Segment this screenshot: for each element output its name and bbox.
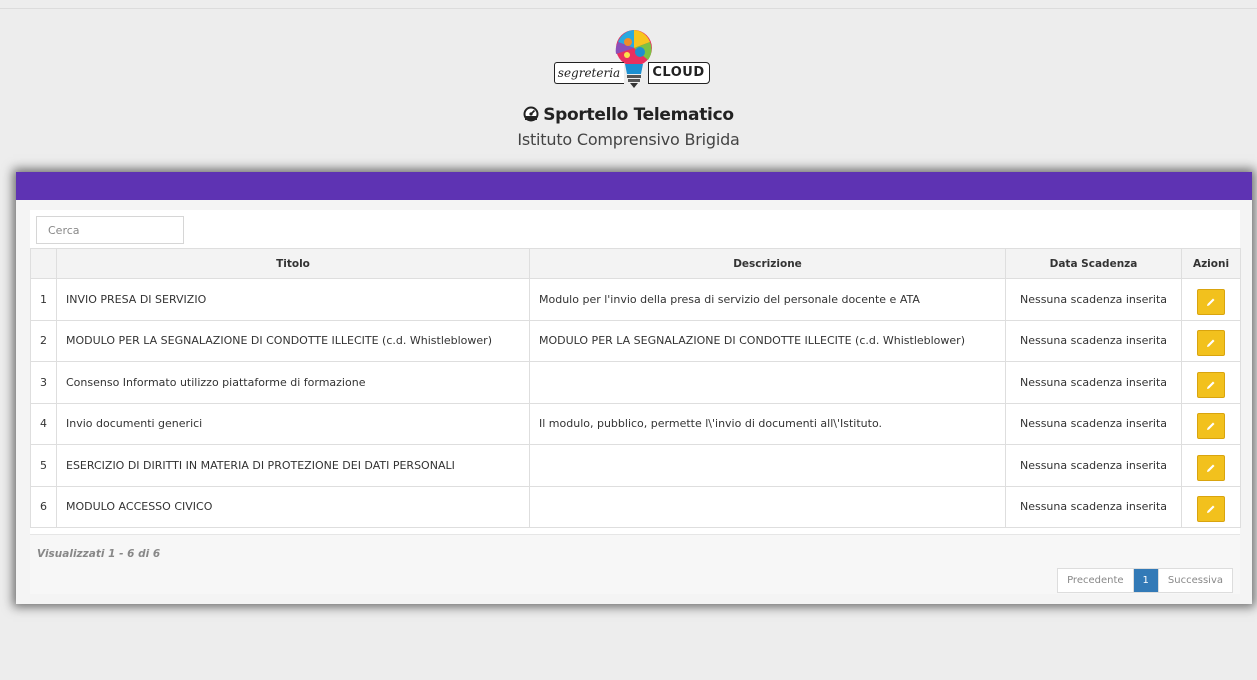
row-titolo: Consenso Informato utilizzo piattaforme … — [56, 361, 530, 404]
pagination-previous[interactable]: Precedente — [1058, 569, 1134, 592]
edit-button[interactable] — [1197, 288, 1225, 315]
dashboard-gauge-icon — [523, 106, 539, 122]
row-azioni — [1181, 444, 1241, 487]
row-titolo: MODULO PER LA SEGNALAZIONE DI CONDOTTE I… — [56, 319, 530, 362]
table-row: 4 Invio documenti generici Il modulo, pubb… — [30, 402, 1241, 445]
row-data-scadenza: Nessuna scadenza inserita — [1005, 444, 1182, 487]
forms-table: Titolo Descrizione Data Scadenza Azioni … — [30, 248, 1241, 528]
row-descrizione — [529, 361, 1006, 404]
row-number: 3 — [30, 361, 57, 404]
row-descrizione: Modulo per l'invio della presa di serviz… — [529, 278, 1006, 321]
edit-button[interactable] — [1197, 454, 1225, 481]
row-azioni — [1181, 319, 1241, 362]
segreteria-cloud-logo: segreteria CLOUD — [544, 28, 714, 94]
pencil-icon — [1207, 339, 1215, 348]
col-header-azioni: Azioni — [1181, 248, 1241, 279]
table-row: 1 INVIO PRESA DI SERVIZIO Modulo per l'inv… — [30, 278, 1241, 321]
row-number: 1 — [30, 278, 57, 321]
search-input[interactable] — [36, 216, 184, 244]
page-title-row: Sportello Telematico — [0, 104, 1257, 126]
page-header: segreteria CLOUD Sportello Telematico Is… — [0, 28, 1257, 151]
table-footer: Visualizzati 1 - 6 di 6 Precedente 1 Suc… — [30, 534, 1240, 594]
row-descrizione — [529, 444, 1006, 487]
row-number: 5 — [30, 444, 57, 487]
row-data-scadenza: Nessuna scadenza inserita — [1005, 485, 1182, 528]
institute-name: Istituto Comprensivo Brigida — [517, 130, 740, 149]
pencil-icon — [1207, 422, 1215, 431]
row-azioni — [1181, 278, 1241, 321]
panel-body: Titolo Descrizione Data Scadenza Azioni … — [30, 210, 1241, 594]
edit-button[interactable] — [1197, 371, 1225, 398]
row-titolo: Invio documenti generici — [56, 402, 530, 445]
pagination-next[interactable]: Successiva — [1157, 569, 1232, 592]
table-row: 3 Consenso Informato utilizzo piattaforme… — [30, 361, 1241, 404]
col-header-titolo[interactable]: Titolo — [56, 248, 530, 279]
pencil-icon — [1207, 505, 1215, 514]
col-header-number — [30, 248, 57, 279]
row-descrizione: Il modulo, pubblico, permette l\'invio d… — [529, 402, 1006, 445]
page-title: Sportello Telematico — [543, 105, 734, 125]
pencil-icon — [1207, 464, 1215, 472]
row-data-scadenza: Nessuna scadenza inserita — [1005, 361, 1182, 404]
panel-header-bar — [16, 172, 1252, 200]
edit-button[interactable] — [1197, 330, 1225, 357]
top-divider — [0, 8, 1257, 9]
row-number: 4 — [30, 402, 57, 445]
table-row: 5 ESERCIZIO DI DIRITTI IN MATERIA DI PROT… — [30, 444, 1241, 487]
logo-script-text: segreteria — [553, 62, 624, 84]
row-azioni — [1181, 402, 1241, 445]
pagination: Precedente 1 Successiva — [1057, 568, 1233, 593]
logo-cloud-text: CLOUD — [647, 62, 710, 84]
pencil-icon — [1207, 298, 1215, 306]
edit-button[interactable] — [1197, 496, 1225, 523]
row-data-scadenza: Nessuna scadenza inserita — [1005, 402, 1182, 445]
table-header-row: Titolo Descrizione Data Scadenza Azioni — [30, 248, 1241, 279]
pencil-icon — [1207, 381, 1215, 389]
row-titolo: MODULO ACCESSO CIVICO — [56, 485, 530, 528]
row-titolo: ESERCIZIO DI DIRITTI IN MATERIA DI PROTE… — [56, 444, 530, 487]
row-number: 2 — [30, 319, 57, 362]
records-count-text: Visualizzati 1 - 6 di 6 — [37, 548, 161, 560]
row-data-scadenza: Nessuna scadenza inserita — [1005, 319, 1182, 362]
table-row: 2 MODULO PER LA SEGNALAZIONE DI CONDOTTE … — [30, 319, 1241, 362]
edit-button[interactable] — [1197, 413, 1225, 440]
col-header-data-scadenza[interactable]: Data Scadenza — [1005, 248, 1182, 279]
row-number: 6 — [30, 485, 57, 528]
row-titolo: INVIO PRESA DI SERVIZIO — [56, 278, 530, 321]
col-header-descrizione[interactable]: Descrizione — [529, 248, 1006, 279]
row-data-scadenza: Nessuna scadenza inserita — [1005, 278, 1182, 321]
pagination-page-current[interactable]: 1 — [1133, 569, 1158, 592]
table-row: 6 MODULO ACCESSO CIVICO Nessuna scadenza i… — [30, 485, 1241, 528]
row-descrizione — [529, 485, 1006, 528]
row-azioni — [1181, 485, 1241, 528]
row-descrizione: MODULO PER LA SEGNALAZIONE DI CONDOTTE I… — [529, 319, 1006, 362]
forms-panel: Titolo Descrizione Data Scadenza Azioni … — [16, 172, 1252, 604]
row-azioni — [1181, 361, 1241, 404]
